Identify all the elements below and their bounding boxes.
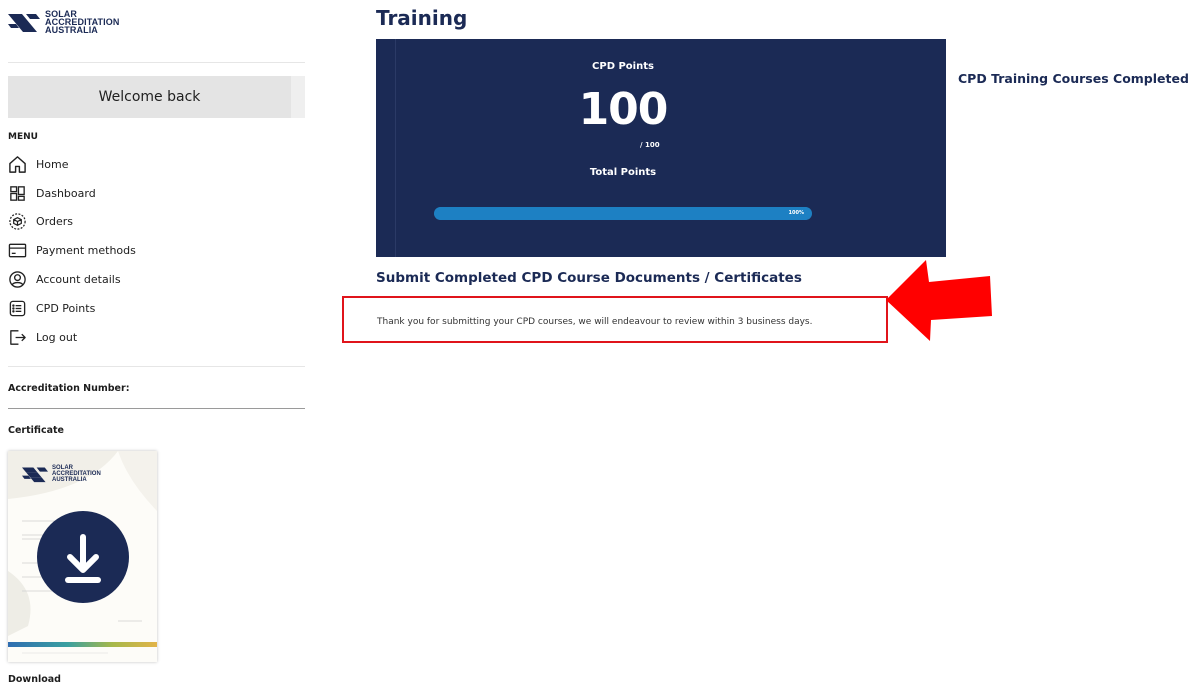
submission-confirmation-message: Thank you for submitting your CPD course… (377, 317, 813, 327)
welcome-text: Welcome back (8, 76, 291, 118)
cpd-progress-text: 100% (788, 210, 804, 216)
submission-confirmation-box: Thank you for submitting your CPD course… (342, 296, 888, 343)
cpd-progress-bar: 100% (434, 207, 812, 220)
download-link[interactable]: Download (8, 674, 61, 684)
submit-documents-heading: Submit Completed CPD Course Documents / … (376, 270, 802, 286)
sidebar-item-label: Account details (36, 273, 121, 287)
courses-completed-heading: CPD Training Courses Completed (958, 71, 1189, 86)
certificate-color-stripe (8, 642, 157, 647)
certificate-download-card[interactable]: SOLAR ACCREDITATION AUSTRALIA (8, 451, 157, 662)
sidebar-item-label: Log out (36, 330, 78, 344)
menu-title: MENU (8, 132, 38, 142)
logo-line-3: AUSTRALIA (52, 477, 87, 483)
logo-mark-icon (8, 14, 40, 32)
sidebar-divider (8, 408, 305, 409)
brand-logo[interactable]: SOLAR ACCREDITATION AUSTRALIA (8, 10, 119, 35)
download-icon (65, 534, 101, 583)
sidebar-item-payment-methods[interactable]: Payment methods (8, 236, 305, 265)
sidebar-item-label: CPD Points (36, 301, 96, 315)
orders-icon (9, 213, 26, 231)
sidebar-divider (8, 62, 305, 63)
accreditation-number-label: Accreditation Number: (8, 383, 130, 394)
logo-mark-icon (22, 467, 48, 483)
welcome-banner: Welcome back (8, 76, 305, 118)
sidebar-menu: Home Dashboard Orders Payment methods Ac… (8, 150, 305, 352)
list-icon (9, 300, 26, 317)
sidebar-item-label: Orders (36, 215, 73, 229)
total-points-label: Total Points (589, 167, 657, 178)
sidebar-divider (8, 366, 305, 367)
sidebar-item-label: Home (36, 157, 69, 171)
cpd-points-value: 100 (578, 84, 669, 135)
cpd-points-max: / 100 (640, 141, 660, 149)
dashboard-icon (10, 185, 25, 201)
sidebar-item-cpd-points[interactable]: CPD Points (8, 294, 305, 323)
certificate-logo: SOLAR ACCREDITATION AUSTRALIA (22, 465, 101, 483)
sidebar-item-log-out[interactable]: Log out (8, 323, 305, 352)
certificate-heading: Certificate (8, 425, 64, 436)
red-arrow-annotation-icon (886, 260, 992, 341)
sidebar-item-label: Dashboard (36, 186, 96, 200)
certificate-logo-text: SOLAR ACCREDITATION AUSTRALIA (52, 465, 101, 483)
sidebar-item-label: Payment methods (36, 244, 136, 258)
download-button[interactable] (37, 511, 129, 603)
user-icon (9, 271, 26, 288)
logo-text: SOLAR ACCREDITATION AUSTRALIA (45, 10, 119, 35)
credit-card-icon (8, 243, 27, 258)
home-icon (9, 156, 26, 173)
sidebar-item-home[interactable]: Home (8, 150, 305, 179)
sidebar-item-dashboard[interactable]: Dashboard (8, 179, 305, 208)
sidebar-item-orders[interactable]: Orders (8, 208, 305, 237)
cpd-progress-fill (434, 207, 812, 220)
logout-icon (10, 329, 26, 345)
cpd-points-card: CPD Points 100 / 100 Total Points 100% (376, 39, 946, 257)
cpd-points-label: CPD Points (592, 61, 654, 72)
page-title: Training (376, 6, 468, 30)
sidebar-item-account-details[interactable]: Account details (8, 265, 305, 294)
logo-line-3: AUSTRALIA (45, 25, 98, 35)
